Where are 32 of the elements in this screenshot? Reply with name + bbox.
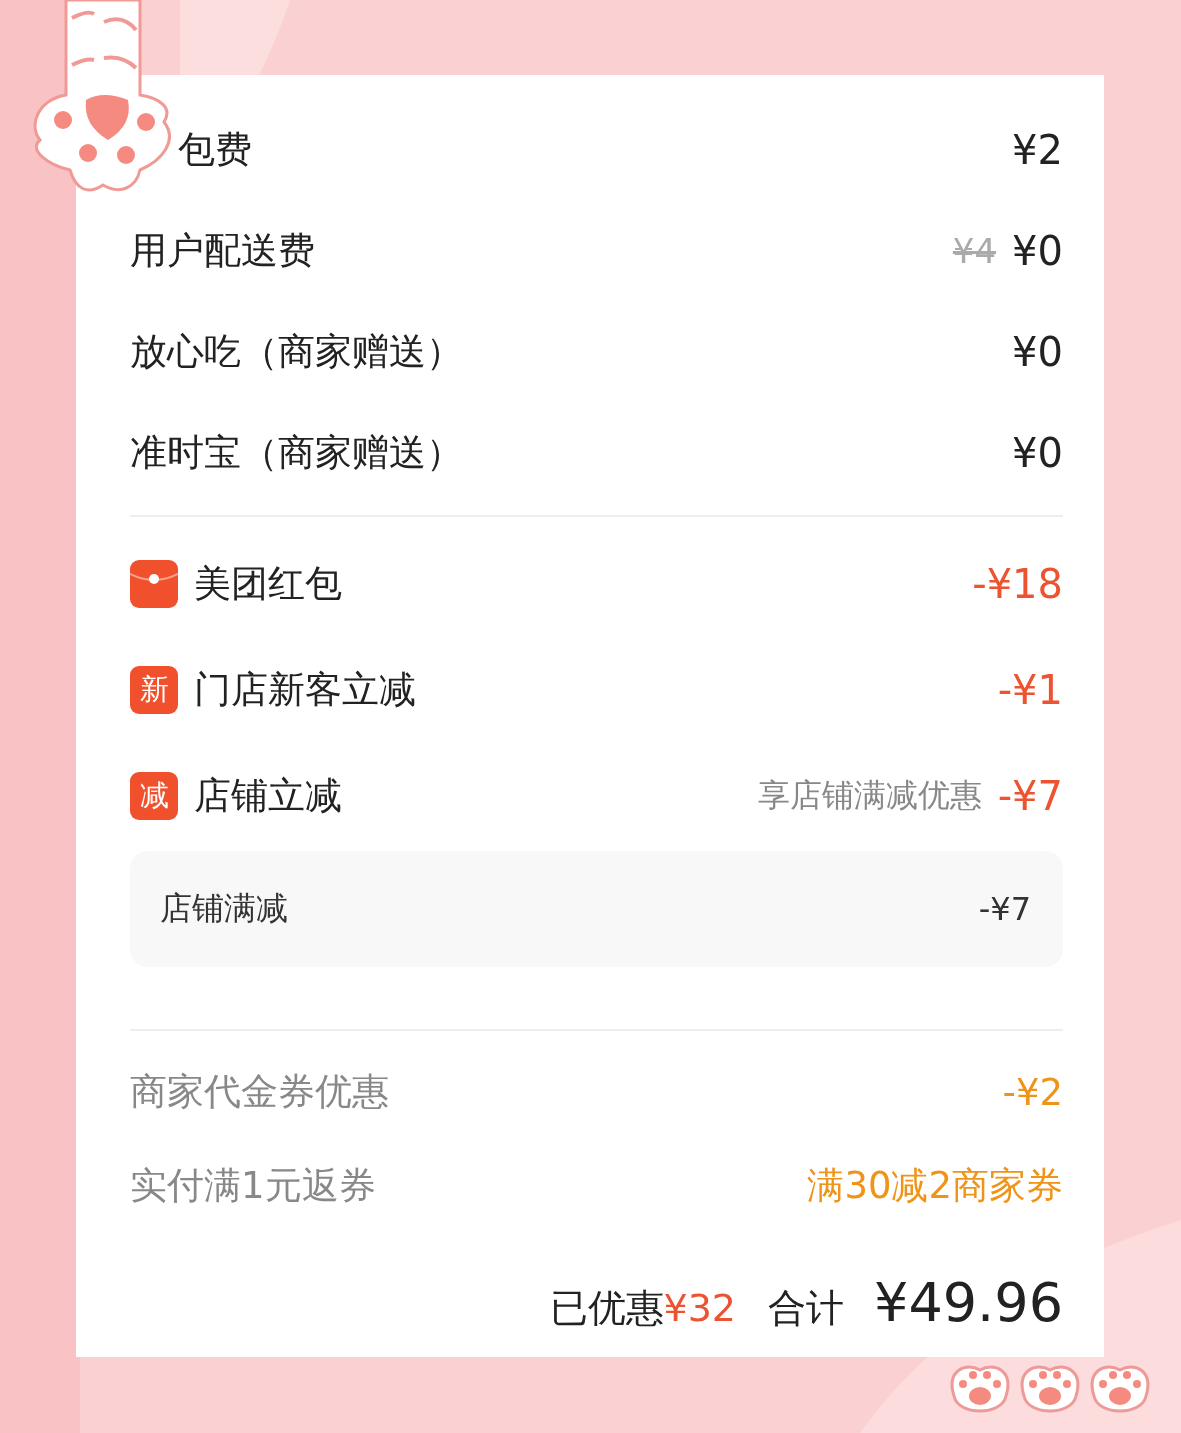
discount-badge: 减 <box>130 772 178 820</box>
detail-label: 店铺满减 <box>160 888 288 929</box>
total-label: 合计 <box>768 1285 845 1332</box>
saved-label: 已优惠 <box>549 1285 664 1332</box>
total-amount: ¥49.96 <box>874 1271 1063 1334</box>
discount-label: 美团红包 <box>194 561 342 607</box>
discount-note: 享店铺满减优惠 <box>757 775 982 816</box>
discount-badge: 新 <box>130 666 178 714</box>
coupon-label: 商家代金券优惠 <box>130 1069 389 1115</box>
original-price: ¥4 <box>952 230 997 271</box>
fee-amount: ¥0 <box>1012 429 1063 476</box>
discount-label: 门店新客立减 <box>194 667 416 713</box>
coupon-value: 满30减2商家券 <box>807 1163 1063 1209</box>
discount-label: 店铺立减 <box>194 773 342 819</box>
discount-amount: -¥7 <box>997 773 1063 819</box>
paw-icon <box>1090 1365 1150 1413</box>
discount-amount: -¥1 <box>997 667 1063 713</box>
fee-amount: ¥2 <box>1012 126 1063 173</box>
fee-label: 用户配送费 <box>130 227 315 274</box>
fee-label: 放心吃（商家赠送） <box>130 328 463 375</box>
detail-amount: -¥7 <box>978 890 1031 928</box>
discount-amount: -¥18 <box>972 561 1063 607</box>
envelope-icon <box>130 560 178 608</box>
coupon-value: -¥2 <box>1002 1070 1063 1114</box>
fee-label: 准时宝（商家赠送） <box>130 429 463 476</box>
coupon-label: 实付满1元返券 <box>130 1163 376 1209</box>
paw-icon <box>1020 1365 1080 1413</box>
saved-amount: ¥32 <box>663 1286 737 1330</box>
paw-icon <box>950 1365 1010 1413</box>
fee-amount: ¥0 <box>1012 227 1063 274</box>
fee-amount: ¥0 <box>1012 328 1063 375</box>
fee-label: 包费 <box>177 126 252 173</box>
